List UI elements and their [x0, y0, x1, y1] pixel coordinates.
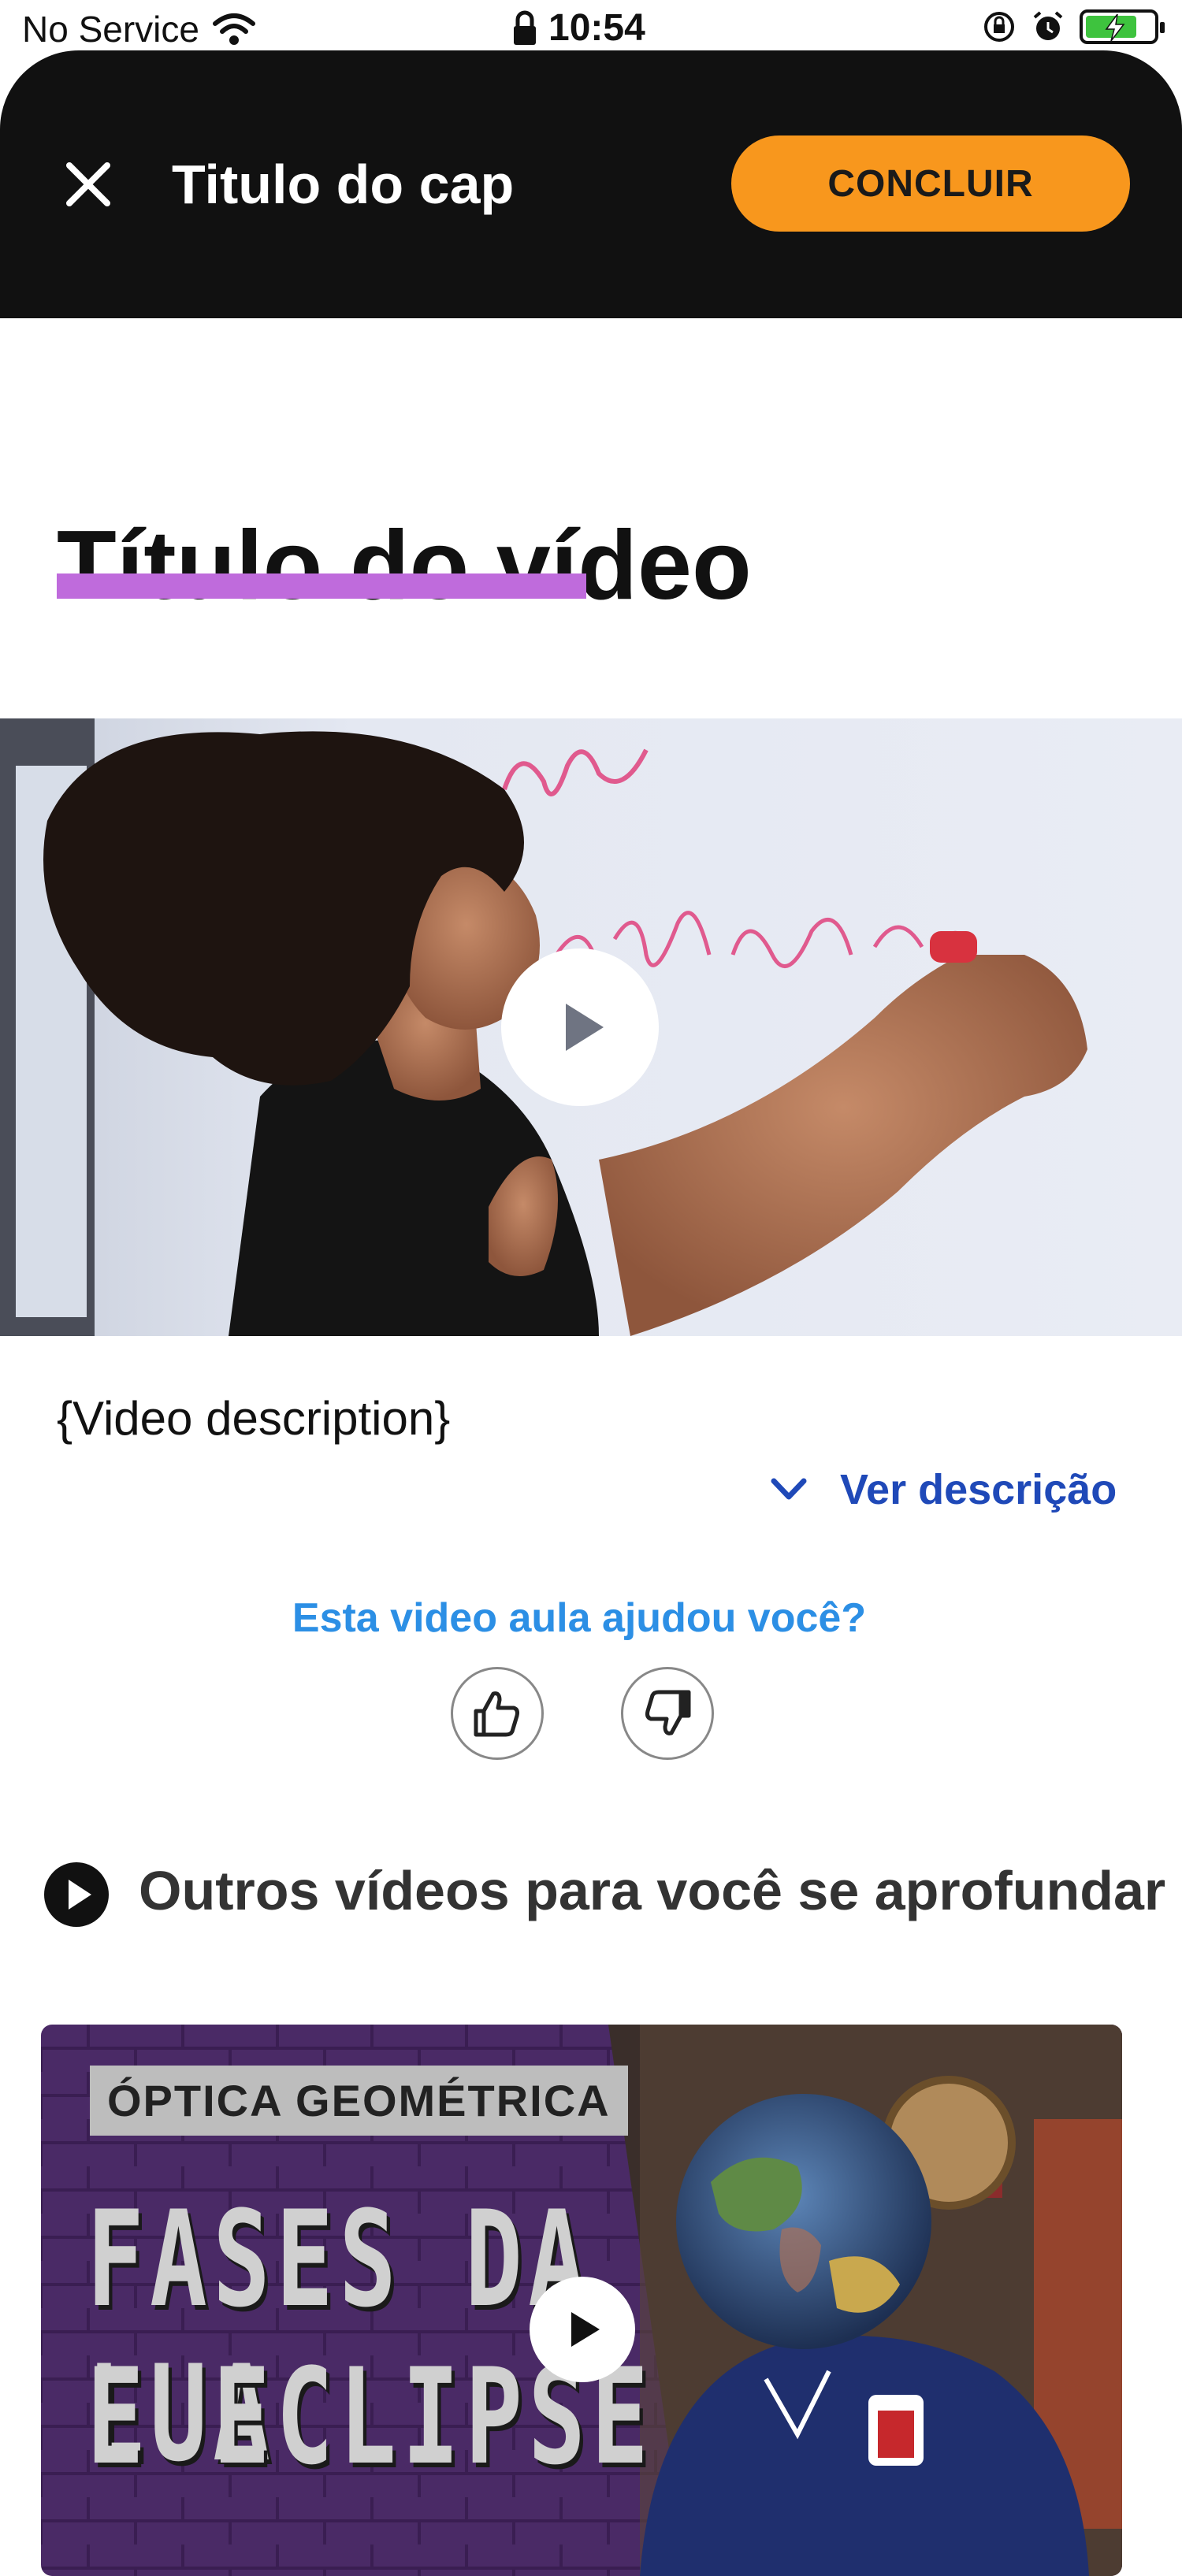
- like-button[interactable]: [451, 1667, 544, 1760]
- close-icon: [66, 162, 110, 206]
- video-description: {Video description}: [57, 1392, 451, 1445]
- alarm-icon: [1033, 11, 1063, 40]
- close-button[interactable]: [57, 153, 120, 216]
- status-bar: No Service 10:54: [0, 0, 1182, 55]
- related-play-button[interactable]: [530, 2277, 635, 2382]
- feedback-question: Esta video aula ajudou você?: [292, 1595, 867, 1641]
- thumbs-up-icon: [474, 1691, 519, 1737]
- play-circle-icon: [44, 1862, 109, 1927]
- system-icons: [982, 9, 1165, 44]
- dislike-button[interactable]: [621, 1667, 714, 1760]
- chevron-down-icon: [771, 1478, 807, 1500]
- thumbs-down-icon: [645, 1690, 691, 1735]
- clock: 10:54: [512, 6, 645, 50]
- wifi-icon: [212, 13, 255, 45]
- play-icon: [566, 1004, 604, 1051]
- carrier-status: No Service: [22, 8, 256, 50]
- related-video-card[interactable]: ÓPTICA GEOMÉTRICA FASES DA LUA E ECLIPSE: [41, 2025, 1122, 2576]
- battery-icon: [1080, 9, 1165, 44]
- clock-time: 10:54: [548, 7, 645, 49]
- expand-description-label: Ver descrição: [840, 1466, 1117, 1513]
- video-title: Título do vídeo: [57, 511, 752, 621]
- play-button[interactable]: [501, 948, 659, 1106]
- complete-button[interactable]: CONCLUIR: [731, 135, 1130, 232]
- chapter-title: Titulo do cap: [172, 154, 515, 215]
- title-underline: [57, 573, 586, 599]
- expand-description-button[interactable]: Ver descrição: [769, 1465, 1117, 1514]
- rotation-lock-icon: [984, 12, 1014, 42]
- related-video-topic: ÓPTICA GEOMÉTRICA: [90, 2066, 628, 2136]
- app-header: Titulo do cap CONCLUIR: [0, 50, 1182, 318]
- lock-icon: [514, 10, 536, 45]
- play-icon: [571, 2312, 600, 2347]
- related-section-title: Outros vídeos para você se aprofundar: [139, 1860, 1166, 1921]
- carrier-label: No Service: [22, 9, 199, 50]
